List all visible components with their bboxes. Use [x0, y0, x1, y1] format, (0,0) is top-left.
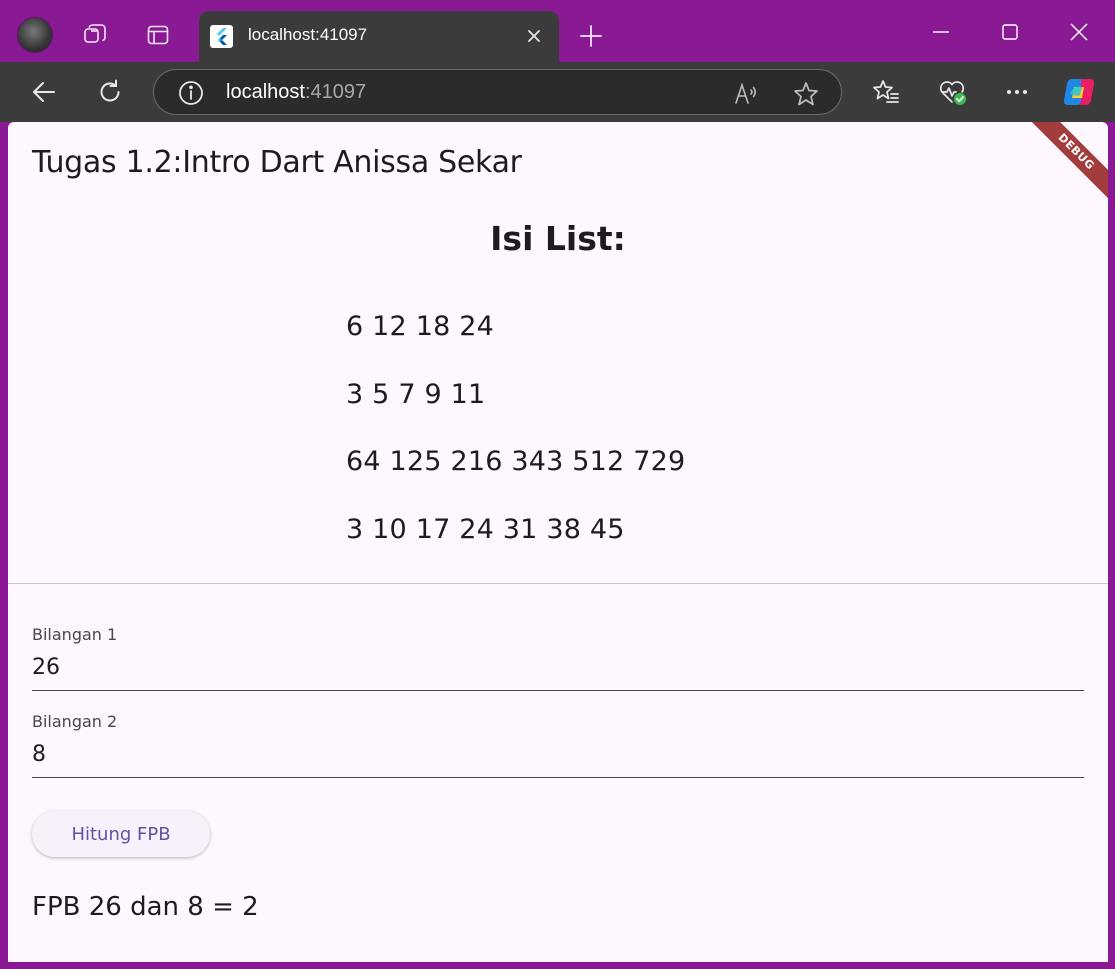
list-line: 3 5 7 9 11	[346, 379, 486, 410]
tab-actions-icon[interactable]	[144, 21, 172, 49]
list-line: 6 12 18 24	[346, 311, 494, 342]
info-icon[interactable]	[178, 80, 204, 106]
browser-toolbar: localhost:41097	[0, 62, 1115, 122]
list-heading: Isi List:	[490, 219, 626, 258]
debug-banner: DEBUG	[1026, 122, 1108, 202]
flutter-favicon	[210, 25, 233, 48]
field-label-bilangan-2: Bilangan 2	[32, 712, 118, 731]
hitung-fpb-button[interactable]: Hitung FPB	[32, 811, 210, 857]
app-title: Tugas 1.2:Intro Dart Anissa Sekar	[32, 145, 522, 180]
copilot-icon[interactable]	[1062, 75, 1096, 109]
star-icon[interactable]	[792, 80, 820, 108]
flutter-app-page: Tugas 1.2:Intro Dart Anissa Sekar DEBUG …	[8, 122, 1108, 962]
profile-avatar[interactable]	[17, 17, 53, 53]
tab-strip: localhost:41097	[0, 0, 1115, 62]
input-bilangan-1[interactable]: 26	[32, 655, 60, 680]
field-label-bilangan-1: Bilangan 1	[32, 625, 118, 644]
divider	[8, 583, 1108, 584]
address-bar[interactable]: localhost:41097	[153, 69, 842, 115]
workspaces-icon[interactable]	[81, 21, 109, 49]
favorites-icon[interactable]	[869, 75, 903, 109]
read-aloud-icon[interactable]	[734, 81, 760, 107]
plus-icon[interactable]	[577, 22, 605, 50]
active-tab[interactable]: localhost:41097	[199, 11, 559, 62]
input-underline	[32, 690, 1084, 691]
list-line: 3 10 17 24 31 38 45	[346, 514, 625, 545]
fpb-result: FPB 26 dan 8 = 2	[32, 892, 259, 922]
list-line: 64 125 216 343 512 729	[346, 446, 686, 477]
url-text[interactable]: localhost:41097	[226, 81, 366, 104]
maximize-icon[interactable]	[996, 18, 1024, 46]
refresh-icon[interactable]	[93, 75, 127, 109]
browser-essentials-icon[interactable]	[935, 75, 969, 109]
url-host: localhost	[226, 81, 305, 103]
input-underline	[32, 777, 1084, 778]
window-close-icon[interactable]	[1065, 18, 1093, 46]
more-icon[interactable]	[1000, 75, 1034, 109]
input-bilangan-2[interactable]: 8	[32, 742, 46, 767]
close-icon[interactable]	[523, 25, 545, 47]
url-port: :41097	[304, 81, 367, 103]
tab-title: localhost:41097	[248, 25, 368, 44]
back-icon[interactable]	[27, 75, 61, 109]
minimize-icon[interactable]	[927, 18, 955, 46]
